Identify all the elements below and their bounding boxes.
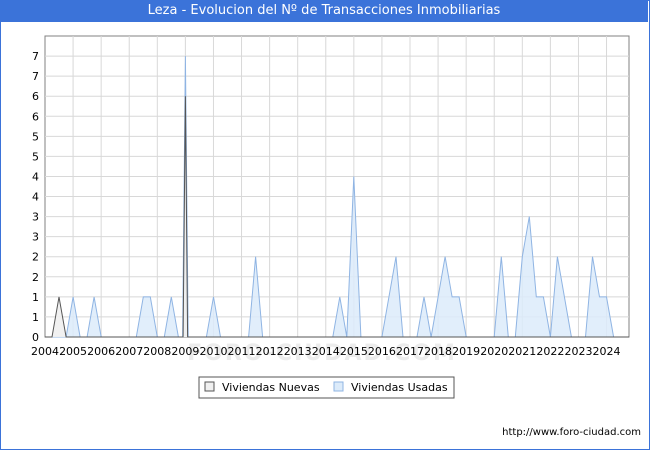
x-tick-label: 2012: [256, 345, 284, 358]
y-tick-label: 6: [32, 110, 39, 123]
x-tick-label: 2013: [284, 345, 312, 358]
grid-lines: [45, 36, 629, 337]
x-axis: 2004 2005 2006 2007 2008 2009 2010 2011 2012 2013…: [31, 345, 621, 358]
x-tick-label: 2016: [368, 345, 396, 358]
footer-url: http://www.foro-ciudad.com: [502, 427, 641, 438]
x-tick-label: 2014: [312, 345, 340, 358]
plot-area: [44, 35, 630, 338]
y-tick-label: 4: [32, 191, 39, 204]
x-tick-label: 2004: [31, 345, 59, 358]
y-tick-label: 3: [32, 231, 39, 244]
x-tick-label: 2009: [171, 345, 199, 358]
y-tick-label: 0: [32, 331, 39, 344]
x-tick-label: 2023: [564, 345, 592, 358]
y-tick-label: 7: [32, 50, 39, 63]
x-tick-label: 2015: [340, 345, 368, 358]
legend-swatch-usadas: [333, 381, 344, 392]
chart-canvas: FORO-CIUDAD.COM 011223344556677 2004 2005…: [31, 35, 630, 399]
x-tick-label: 2024: [593, 345, 621, 358]
legend-label-usadas: Viviendas Usadas: [351, 381, 448, 394]
x-tick-label: 2017: [396, 345, 424, 358]
y-tick-label: 5: [32, 150, 39, 163]
y-tick-label: 2: [32, 271, 39, 284]
x-tick-label: 2019: [452, 345, 480, 358]
legend-label-nuevas: Viviendas Nuevas: [222, 381, 320, 394]
legend: Viviendas Nuevas Viviendas Usadas: [198, 376, 455, 399]
x-tick-label: 2005: [59, 345, 87, 358]
y-tick-label: 7: [32, 70, 39, 83]
y-axis: 0 1 1 2 2 3 3 4 4 5 5 6 6 7 7: [32, 50, 39, 344]
y-tick-label: 2: [32, 251, 39, 264]
legend-swatch-nuevas: [204, 381, 215, 392]
x-tick-label: 2007: [115, 345, 143, 358]
x-tick-label: 2008: [143, 345, 171, 358]
y-tick-label: 6: [32, 90, 39, 103]
x-tick-label: 2020: [480, 345, 508, 358]
x-tick-label: 2018: [424, 345, 452, 358]
x-tick-label: 2011: [228, 345, 256, 358]
y-tick-label: 3: [32, 211, 39, 224]
x-tick-label: 2021: [508, 345, 536, 358]
y-tick-label: 1: [32, 311, 39, 324]
x-tick-label: 2006: [87, 345, 115, 358]
y-tick-label: 1: [32, 291, 39, 304]
x-tick-label: 2022: [536, 345, 564, 358]
y-tick-label: 4: [32, 170, 39, 183]
x-tick-label: 2010: [199, 345, 227, 358]
y-tick-label: 5: [32, 130, 39, 143]
